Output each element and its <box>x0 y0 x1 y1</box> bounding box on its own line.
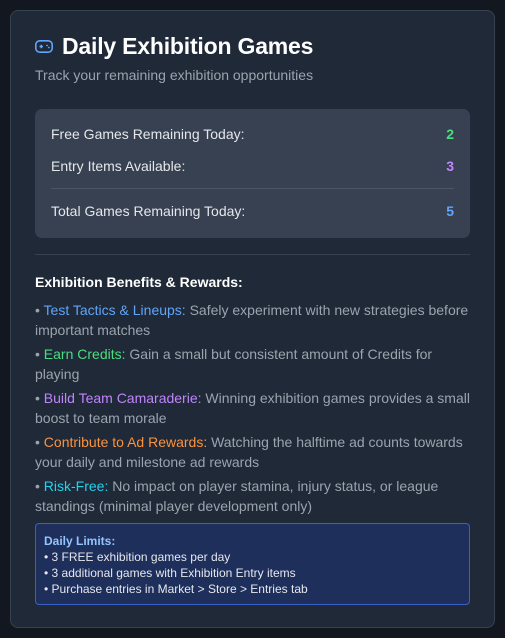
benefit-item-tactics: • Test Tactics & Lineups: Safely experim… <box>35 302 469 338</box>
games-stats-panel: Free Games Remaining Today: 2 Entry Item… <box>35 109 470 238</box>
exhibition-games-card: Daily Exhibition Games Track your remain… <box>10 10 495 628</box>
free-games-label: Free Games Remaining Today: <box>51 126 245 142</box>
page-title: Daily Exhibition Games <box>62 33 314 59</box>
benefit-item-risk-free: • Risk-Free: No impact on player stamina… <box>35 478 439 514</box>
daily-limit-line: • Purchase entries in Market > Store > E… <box>44 582 308 596</box>
benefit-name: Contribute to Ad Rewards: <box>43 434 208 450</box>
benefits-list: • Test Tactics & Lineups: Safely experim… <box>35 300 470 520</box>
stats-divider <box>51 188 454 189</box>
total-games-label: Total Games Remaining Today: <box>51 203 246 219</box>
entry-items-value: 3 <box>446 158 454 174</box>
benefit-name: Earn Credits: <box>43 346 126 362</box>
section-divider <box>35 254 470 255</box>
page-subtitle: Track your remaining exhibition opportun… <box>35 67 314 83</box>
benefit-item-camaraderie: • Build Team Camaraderie: Winning exhibi… <box>35 390 470 426</box>
entry-items-label: Entry Items Available: <box>51 158 186 174</box>
daily-limit-line: • 3 FREE exhibition games per day <box>44 550 231 564</box>
benefits-heading: Exhibition Benefits & Rewards: <box>35 274 243 290</box>
benefit-name: Test Tactics & Lineups: <box>43 302 186 318</box>
daily-limits-title: Daily Limits: <box>44 534 116 548</box>
total-games-value: 5 <box>446 203 454 219</box>
entry-items-row: Entry Items Available: 3 <box>51 158 454 174</box>
benefit-name: Risk-Free: <box>43 478 109 494</box>
card-header: Daily Exhibition Games <box>35 33 313 60</box>
benefit-item-credits: • Earn Credits: Gain a small but consist… <box>35 346 433 382</box>
total-games-row: Total Games Remaining Today: 5 <box>51 203 454 219</box>
daily-limits-box: Daily Limits: • 3 FREE exhibition games … <box>35 523 470 605</box>
benefit-item-ad-rewards: • Contribute to Ad Rewards: Watching the… <box>35 434 463 470</box>
free-games-row: Free Games Remaining Today: 2 <box>51 126 454 142</box>
benefit-name: Build Team Camaraderie: <box>43 390 202 406</box>
free-games-value: 2 <box>446 126 454 142</box>
daily-limit-line: • 3 additional games with Exhibition Ent… <box>44 566 296 580</box>
gamepad-icon <box>35 40 53 54</box>
